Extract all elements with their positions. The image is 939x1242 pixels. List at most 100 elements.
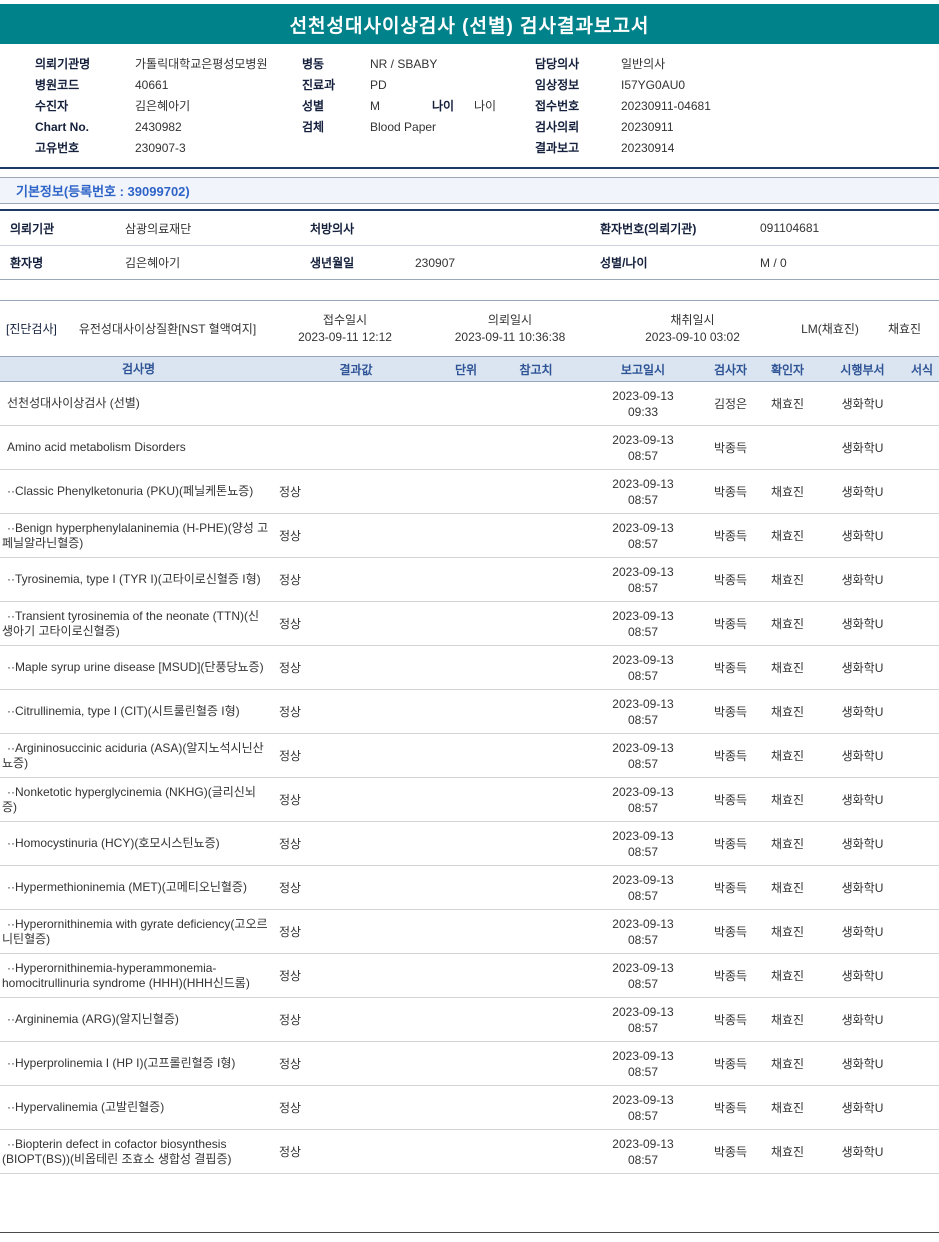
- field-value: 20230914: [621, 141, 675, 155]
- receipt-label: 접수일시: [322, 312, 368, 327]
- test-name: ··Citrullinemia, type I (CIT)(시트룰린혈증 I형): [7, 704, 240, 718]
- tester-name: 박종득: [713, 573, 748, 587]
- field-label: 병동: [302, 57, 325, 71]
- result-value: 정상: [279, 573, 302, 587]
- reported-datetime: 2023-09-13 08:57: [612, 916, 674, 947]
- result-row: ··Argininemia (ARG)(알지닌혈증) 정상 2023-09-13…: [0, 998, 939, 1042]
- reported-cell: 2023-09-13 08:57: [580, 1004, 706, 1036]
- reported-datetime: 2023-09-13 08:57: [612, 476, 674, 507]
- confirmer-name: 채효진: [770, 1013, 805, 1027]
- tester-name: 박종득: [713, 881, 748, 895]
- result-value: 정상: [279, 1101, 302, 1115]
- result-value: 정상: [279, 837, 302, 851]
- department-name: 생화학U: [841, 529, 884, 543]
- reported-cell: 2023-09-13 08:57: [580, 520, 706, 552]
- reported-cell: 2023-09-13 09:33: [580, 388, 706, 420]
- field-value: PD: [370, 78, 387, 92]
- results-table-header: 검사명 결과값 단위 참고치 보고일시 검사자 확인자 시행부서 서식: [0, 356, 939, 382]
- test-name: ··Benign hyperphenylalaninemia (H-PHE)(양…: [2, 520, 269, 550]
- header-field: 결과보고 20230914: [535, 140, 904, 157]
- reported-datetime: 2023-09-13 08:57: [612, 1004, 674, 1035]
- confirmer-name: 채효진: [770, 881, 805, 895]
- lab-report-page: 선천성대사이상검사 (선별) 검사결과보고서 의뢰기관명 가톨릭대학교은평성모병원…: [0, 0, 939, 1242]
- confirmer-name: 채효진: [770, 837, 805, 851]
- reported-datetime: 2023-09-13 08:57: [612, 432, 674, 463]
- reported-datetime: 2023-09-13 08:57: [612, 1136, 674, 1167]
- header-field: 검체 Blood Paper: [302, 119, 535, 136]
- test-name: ··Argininemia (ARG)(알지닌혈증): [7, 1012, 179, 1026]
- tester-name: 박종득: [713, 1013, 748, 1027]
- reported-cell: 2023-09-13 08:57: [580, 564, 706, 596]
- reported-cell: 2023-09-13 08:57: [580, 652, 706, 684]
- reported-cell: 2023-09-13 08:57: [580, 916, 706, 948]
- department-name: 생화학U: [841, 441, 884, 455]
- patient-info-row: 환자명 김은혜아기 생년월일 230907 성별/나이 M / 0: [0, 245, 939, 279]
- department-name: 생화학U: [841, 397, 884, 411]
- test-name: ··Hyperornithinemia-hyperammonemia-homoc…: [2, 960, 250, 990]
- order-summary-row: [진단검사] 유전성대사이상질환[NST 혈액여지] 접수일시 2023-09-…: [0, 300, 939, 356]
- confirmer-name: 채효진: [770, 529, 805, 543]
- test-name: ··Hyperprolinemia I (HP I)(고프롤린혈증 I형): [7, 1056, 236, 1070]
- department-name: 생화학U: [841, 617, 884, 631]
- basic-info-section-bar: 기본정보(등록번호 : 39099702): [0, 177, 939, 204]
- department-name: 생화학U: [841, 925, 884, 939]
- reported-datetime: 2023-09-13 08:57: [612, 652, 674, 683]
- order-confirmer: 채효진: [887, 322, 922, 336]
- department-name: 생화학U: [841, 881, 884, 895]
- department-name: 생화학U: [841, 793, 884, 807]
- tester-name: 박종득: [713, 441, 748, 455]
- result-row: ··Biopterin defect in cofactor biosynthe…: [0, 1130, 939, 1174]
- column-header-test-name: 검사명: [121, 361, 156, 376]
- field-value: 230907: [415, 255, 456, 270]
- header-field: 고유번호 230907-3: [35, 140, 302, 157]
- report-title: 선천성대사이상검사 (선별) 검사결과보고서: [289, 15, 650, 37]
- field-label: 수진자: [35, 99, 69, 113]
- result-value: 정상: [279, 705, 302, 719]
- patient-info-table: 의뢰기관 삼광의료재단 처방의사 환자번호(의뢰기관) 091104681 환자…: [0, 209, 939, 280]
- result-row: ··Hyperprolinemia I (HP I)(고프롤린혈증 I형) 정상…: [0, 1042, 939, 1086]
- field-label: 접수번호: [535, 99, 580, 113]
- reported-cell: 2023-09-13 08:57: [580, 784, 706, 816]
- result-value: 정상: [279, 1057, 302, 1071]
- field-label: 검체: [302, 120, 325, 134]
- field-label: 의뢰기관명: [35, 57, 91, 71]
- reported-cell: 2023-09-13 08:57: [580, 476, 706, 508]
- confirmer-name: 채효진: [770, 705, 805, 719]
- reported-datetime: 2023-09-13 08:57: [612, 696, 674, 727]
- test-name: ··Homocystinuria (HCY)(호모시스틴뇨증): [7, 836, 220, 850]
- reported-datetime: 2023-09-13 08:57: [612, 1092, 674, 1123]
- test-name: ··Maple syrup urine disease [MSUD](단풍당뇨증…: [7, 660, 264, 674]
- page-bottom-rule: [0, 1232, 939, 1233]
- header-field: 수진자 김은혜아기: [35, 98, 302, 115]
- report-title-bar: 선천성대사이상검사 (선별) 검사결과보고서: [0, 4, 939, 44]
- field-label: 성별: [302, 99, 325, 113]
- reported-datetime: 2023-09-13 08:57: [612, 564, 674, 595]
- result-value: 정상: [279, 881, 302, 895]
- reported-cell: 2023-09-13 08:57: [580, 828, 706, 860]
- field-label: Chart No.: [35, 120, 89, 134]
- test-name: ··Hypermethioninemia (MET)(고메티오닌혈증): [7, 880, 247, 894]
- field-value: 가톨릭대학교은평성모병원: [135, 57, 268, 71]
- tester-name: 박종득: [713, 925, 748, 939]
- result-value: 정상: [279, 529, 302, 543]
- reported-datetime: 2023-09-13 08:57: [612, 1048, 674, 1079]
- header-field: 접수번호 20230911-04681: [535, 98, 904, 115]
- confirmer-name: 채효진: [770, 573, 805, 587]
- result-value: 정상: [279, 969, 302, 983]
- field-value: 230907-3: [135, 141, 186, 155]
- tester-name: 박종득: [713, 529, 748, 543]
- department-name: 생화학U: [841, 485, 884, 499]
- department-name: 생화학U: [841, 1013, 884, 1027]
- request-datetime: 의뢰일시 2023-09-11 10:36:38: [425, 312, 595, 346]
- receipt-value: 2023-09-11 12:12: [298, 329, 392, 344]
- reported-cell: 2023-09-13 08:57: [580, 1136, 706, 1168]
- order-collector: LM(채효진): [801, 322, 859, 336]
- department-name: 생화학U: [841, 705, 884, 719]
- age-value: 나이: [474, 99, 497, 113]
- result-row: ··Hypermethioninemia (MET)(고메티오닌혈증) 정상 2…: [0, 866, 939, 910]
- test-name: ··Argininosuccinic aciduria (ASA)(알지노석시닌…: [2, 740, 264, 770]
- confirmer-name: 채효진: [770, 969, 805, 983]
- collect-value: 2023-09-10 03:02: [645, 329, 740, 344]
- field-label: 처방의사: [310, 221, 355, 236]
- header-field: 검사의뢰 20230911: [535, 119, 904, 136]
